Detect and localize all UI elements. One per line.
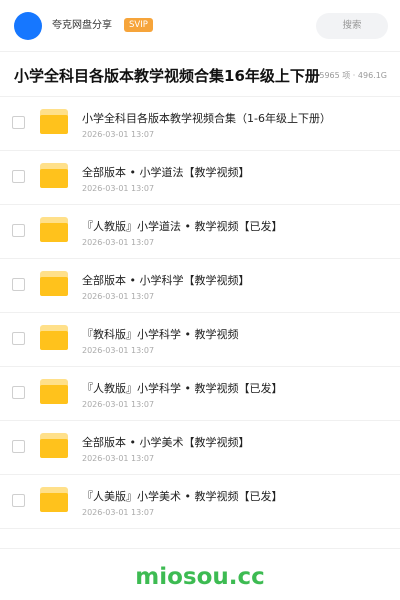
file-row[interactable]: 『人教版』小学科学 • 教学视频【已发】 2026-03-01 13:07 bbox=[0, 367, 400, 421]
row-checkbox[interactable] bbox=[12, 170, 25, 183]
file-row[interactable]: 『人教版』小学道法 • 教学视频【已发】 2026-03-01 13:07 bbox=[0, 205, 400, 259]
app-name: 夸克网盘分享 bbox=[52, 20, 112, 31]
file-row[interactable]: 『人美版』小学美术 • 教学视频【已发】 2026-03-01 13:07 bbox=[0, 475, 400, 529]
file-name: 小学全科目各版本教学视频合集（1-6年级上下册） bbox=[82, 112, 331, 125]
file-row[interactable]: 『教科版』小学科学 • 教学视频 2026-03-01 13:07 bbox=[0, 313, 400, 367]
file-row[interactable]: 小学全科目各版本教学视频合集（1-6年级上下册） 2026-03-01 13:0… bbox=[0, 97, 400, 151]
row-checkbox[interactable] bbox=[12, 332, 25, 345]
file-name: 『人教版』小学科学 • 教学视频【已发】 bbox=[82, 382, 283, 395]
row-checkbox[interactable] bbox=[12, 278, 25, 291]
file-date: 2026-03-01 13:07 bbox=[82, 400, 155, 409]
row-checkbox[interactable] bbox=[12, 116, 25, 129]
folder-icon bbox=[40, 379, 68, 404]
page-title: 小学全科目各版本教学视频合集16年级上下册 bbox=[14, 67, 320, 85]
row-checkbox[interactable] bbox=[12, 494, 25, 507]
file-name: 『人教版』小学道法 • 教学视频【已发】 bbox=[82, 220, 283, 233]
file-row[interactable]: 全部版本 • 小学科学【教学视频】 2026-03-01 13:07 bbox=[0, 259, 400, 313]
file-name: 『人美版』小学美术 • 教学视频【已发】 bbox=[82, 490, 283, 503]
file-name: 全部版本 • 小学道法【教学视频】 bbox=[82, 166, 250, 179]
footer: miosou.cc bbox=[0, 548, 400, 600]
file-date: 2026-03-01 13:07 bbox=[82, 238, 155, 247]
svip-badge: SVIP bbox=[124, 18, 153, 32]
file-list: 小学全科目各版本教学视频合集（1-6年级上下册） 2026-03-01 13:0… bbox=[0, 97, 400, 529]
file-date: 2026-03-01 13:07 bbox=[82, 346, 155, 355]
file-name: 全部版本 • 小学美术【教学视频】 bbox=[82, 436, 250, 449]
folder-icon bbox=[40, 109, 68, 134]
folder-icon bbox=[40, 163, 68, 188]
file-date: 2026-03-01 13:07 bbox=[82, 454, 155, 463]
site-watermark: miosou.cc bbox=[135, 564, 265, 590]
row-checkbox[interactable] bbox=[12, 224, 25, 237]
file-date: 2026-03-01 13:07 bbox=[82, 130, 155, 139]
folder-icon bbox=[40, 433, 68, 458]
file-name: 『教科版』小学科学 • 教学视频 bbox=[82, 328, 239, 341]
search-button[interactable]: 搜索 bbox=[316, 13, 388, 39]
avatar[interactable] bbox=[14, 12, 42, 40]
file-row[interactable]: 全部版本 • 小学道法【教学视频】 2026-03-01 13:07 bbox=[0, 151, 400, 205]
header-bar: 夸克网盘分享 SVIP 搜索 bbox=[0, 0, 400, 52]
row-checkbox[interactable] bbox=[12, 440, 25, 453]
folder-icon bbox=[40, 217, 68, 242]
row-checkbox[interactable] bbox=[12, 386, 25, 399]
file-row[interactable]: 全部版本 • 小学美术【教学视频】 2026-03-01 13:07 bbox=[0, 421, 400, 475]
file-date: 2026-03-01 13:07 bbox=[82, 508, 155, 517]
file-date: 2026-03-01 13:07 bbox=[82, 292, 155, 301]
share-meta: 5965 项 · 496.1G bbox=[319, 71, 387, 80]
folder-icon bbox=[40, 271, 68, 296]
file-date: 2026-03-01 13:07 bbox=[82, 184, 155, 193]
folder-icon bbox=[40, 487, 68, 512]
folder-icon bbox=[40, 325, 68, 350]
file-name: 全部版本 • 小学科学【教学视频】 bbox=[82, 274, 250, 287]
